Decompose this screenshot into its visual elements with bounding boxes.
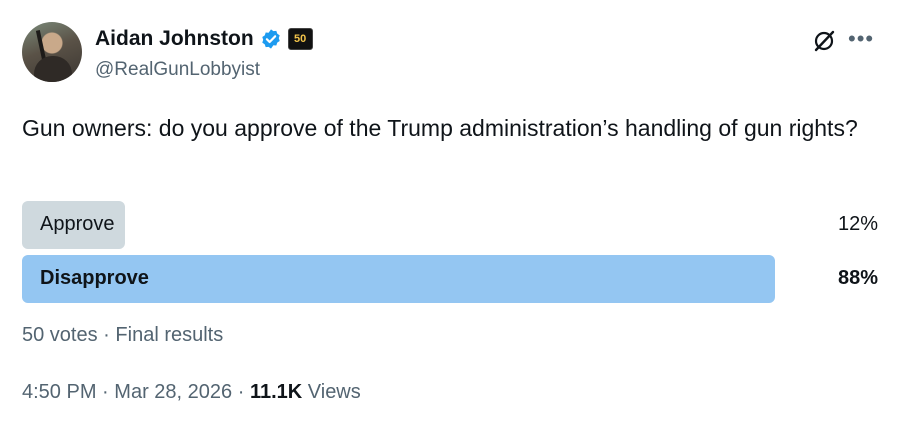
avatar-figure [34,56,72,82]
poll-option-disapprove: Disapprove 88% [22,255,878,303]
post-text: Gun owners: do you approve of the Trump … [22,115,858,141]
avatar[interactable] [22,22,82,82]
author-handle[interactable]: @RealGunLobbyist [95,59,260,81]
poll-status: Final results [115,324,224,346]
poll-option-approve: Approve 12% [22,201,878,249]
post-timestamp: 4:50 PM · Mar 28, 2026 · 11.1K Views [22,381,361,404]
more-options-icon[interactable]: ••• [848,26,874,52]
verified-badge-icon[interactable] [260,28,282,50]
vote-count: 50 votes [22,324,98,346]
poll-summary: 50 votes · Final results [22,324,223,347]
poll-option-percent: 88% [837,267,878,289]
post-date[interactable]: Mar 28, 2026 [114,381,232,403]
display-name[interactable]: Aidan Johnston [95,27,254,51]
poll-option-label: Disapprove [40,267,149,289]
grok-icon[interactable] [812,29,836,58]
post-time[interactable]: 4:50 PM [22,381,96,403]
author-name-row: Aidan Johnston 50 [95,27,313,51]
views-count[interactable]: 11.1K [250,381,302,403]
separator: · [103,324,110,346]
separator: · [237,381,245,403]
views-label: Views [307,381,361,403]
affiliate-badge-icon[interactable]: 50 [287,28,313,50]
poll-option-label: Approve [40,213,115,235]
separator: · [102,381,109,403]
poll-option-percent: 12% [837,213,878,235]
